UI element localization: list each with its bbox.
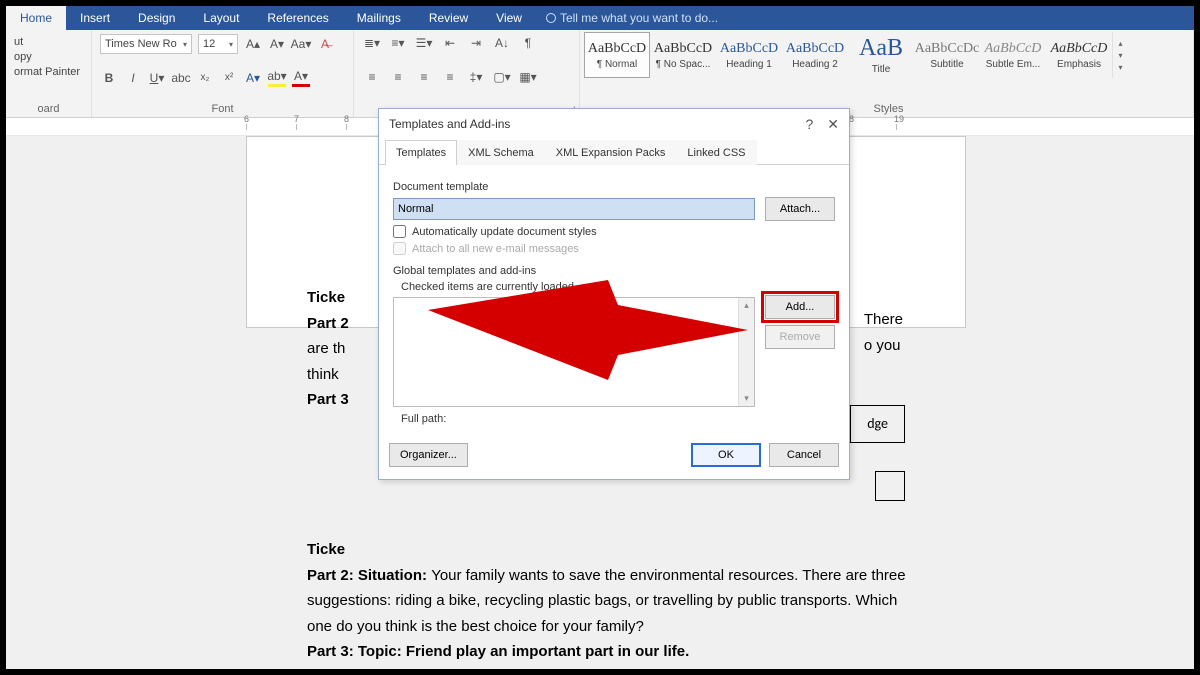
doc-text: There	[864, 307, 903, 333]
ok-button[interactable]: OK	[691, 443, 761, 467]
align-center-icon[interactable]: ≡	[388, 68, 408, 86]
global-templates-label: Global templates and add-ins	[393, 265, 835, 277]
shrink-font-icon[interactable]: A▾	[268, 35, 286, 53]
style-subtle-emphasis[interactable]: AaBbCcDSubtle Em...	[980, 32, 1046, 78]
doc-text: Part 3: Topic: Friend play an important …	[307, 643, 689, 660]
checked-items-label: Checked items are currently loaded.	[401, 281, 835, 293]
scroll-up-icon[interactable]: ▴	[744, 300, 749, 311]
tab-references[interactable]: References	[253, 6, 342, 30]
align-right-icon[interactable]: ≡	[414, 68, 434, 86]
font-group-label: Font	[100, 101, 345, 115]
doc-text: o you	[864, 333, 903, 359]
doc-text: Part 3	[307, 391, 349, 408]
attach-all-checkbox: Attach to all new e-mail messages	[393, 242, 835, 255]
italic-icon[interactable]: I	[124, 69, 142, 87]
document-template-label: Document template	[393, 181, 835, 193]
font-name-combo[interactable]: Times New Ro▾	[100, 34, 192, 54]
organizer-button[interactable]: Organizer...	[389, 443, 468, 467]
line-spacing-icon[interactable]: ‡▾	[466, 68, 486, 86]
grow-font-icon[interactable]: A▴	[244, 35, 262, 53]
increase-indent-icon[interactable]: ⇥	[466, 34, 486, 52]
styles-gallery: AaBbCcD¶ Normal AaBbCcD¶ No Spac... AaBb…	[584, 32, 1193, 78]
superscript-icon[interactable]: x²	[220, 69, 238, 87]
strikethrough-icon[interactable]: abc	[172, 69, 190, 87]
clipboard-group-label: oard	[14, 101, 83, 115]
tell-me-placeholder: Tell me what you want to do...	[560, 11, 718, 25]
dialog-tab-xml-expansion[interactable]: XML Expansion Packs	[545, 140, 677, 165]
add-button[interactable]: Add...	[765, 295, 835, 319]
text-effects-icon[interactable]: A▾	[244, 69, 262, 87]
style-no-spacing[interactable]: AaBbCcD¶ No Spac...	[650, 32, 716, 78]
dialog-tab-templates[interactable]: Templates	[385, 140, 457, 165]
multilevel-icon[interactable]: ☰▾	[414, 34, 434, 52]
auto-update-checkbox[interactable]: Automatically update document styles	[393, 225, 835, 238]
dialog-tab-linked-css[interactable]: Linked CSS	[676, 140, 756, 165]
ribbon: ut opy ormat Painter oard Times New Ro▾ …	[6, 30, 1194, 118]
font-size-combo[interactable]: 12▾	[198, 34, 238, 54]
justify-icon[interactable]: ≡	[440, 68, 460, 86]
shading-icon[interactable]: ▢▾	[492, 68, 512, 86]
numbering-icon[interactable]: ≡▾	[388, 34, 408, 52]
style-heading2[interactable]: AaBbCcDHeading 2	[782, 32, 848, 78]
change-case-icon[interactable]: Aa▾	[292, 35, 310, 53]
decrease-indent-icon[interactable]: ⇤	[440, 34, 460, 52]
doc-text: Part 2	[307, 315, 349, 332]
doc-text: Ticke	[307, 541, 345, 558]
scroll-down-icon[interactable]: ▾	[744, 393, 749, 404]
dialog-help-icon[interactable]: ?	[805, 116, 813, 133]
bullets-icon[interactable]: ≣▾	[362, 34, 382, 52]
full-path-label: Full path:	[401, 413, 835, 425]
global-templates-list[interactable]: ▴▾	[393, 297, 755, 407]
dialog-title: Templates and Add-ins	[389, 117, 510, 131]
dialog-tab-xml-schema[interactable]: XML Schema	[457, 140, 545, 165]
subscript-icon[interactable]: x₂	[196, 69, 214, 87]
sort-icon[interactable]: A↓	[492, 34, 512, 52]
list-scrollbar[interactable]: ▴▾	[738, 298, 754, 406]
style-normal[interactable]: AaBbCcD¶ Normal	[584, 32, 650, 78]
ribbon-tab-strip: Home Insert Design Layout References Mai…	[6, 6, 1194, 30]
underline-icon[interactable]: U▾	[148, 69, 166, 87]
tell-me-search[interactable]: Tell me what you want to do...	[536, 6, 718, 30]
clear-formatting-icon[interactable]: A̶	[316, 35, 334, 53]
tab-review[interactable]: Review	[415, 6, 482, 30]
templates-addins-dialog: Templates and Add-ins ? ✕ Templates XML …	[378, 108, 850, 480]
lightbulb-icon	[546, 13, 556, 23]
borders-icon[interactable]: ▦▾	[518, 68, 538, 86]
tab-layout[interactable]: Layout	[189, 6, 253, 30]
highlight-icon[interactable]: ab▾	[268, 69, 286, 87]
tab-view[interactable]: View	[482, 6, 536, 30]
show-marks-icon[interactable]: ¶	[518, 34, 538, 52]
cut-button[interactable]: ut	[14, 36, 83, 48]
remove-button: Remove	[765, 325, 835, 349]
document-template-field[interactable]	[393, 198, 755, 220]
copy-button[interactable]: opy	[14, 51, 83, 63]
doc-text: Part 2: Situation:	[307, 567, 431, 584]
dialog-close-icon[interactable]: ✕	[827, 116, 839, 133]
tab-insert[interactable]: Insert	[66, 6, 124, 30]
style-title[interactable]: AaBTitle	[848, 32, 914, 78]
doc-text: Ticke	[307, 289, 345, 306]
font-color-icon[interactable]: A▾	[292, 69, 310, 87]
style-emphasis[interactable]: AaBbCcDEmphasis	[1046, 32, 1112, 78]
tab-home[interactable]: Home	[6, 6, 66, 30]
format-painter-button[interactable]: ormat Painter	[14, 66, 83, 78]
styles-more-button[interactable]: ▴▾▾	[1112, 32, 1128, 78]
bold-icon[interactable]: B	[100, 69, 118, 87]
tab-design[interactable]: Design	[124, 6, 189, 30]
doc-box-partial: dge	[850, 405, 905, 443]
tab-mailings[interactable]: Mailings	[343, 6, 415, 30]
cancel-button[interactable]: Cancel	[769, 443, 839, 467]
attach-button[interactable]: Attach...	[765, 197, 835, 221]
style-heading1[interactable]: AaBbCcDHeading 1	[716, 32, 782, 78]
align-left-icon[interactable]: ≡	[362, 68, 382, 86]
style-subtitle[interactable]: AaBbCcDcSubtitle	[914, 32, 980, 78]
